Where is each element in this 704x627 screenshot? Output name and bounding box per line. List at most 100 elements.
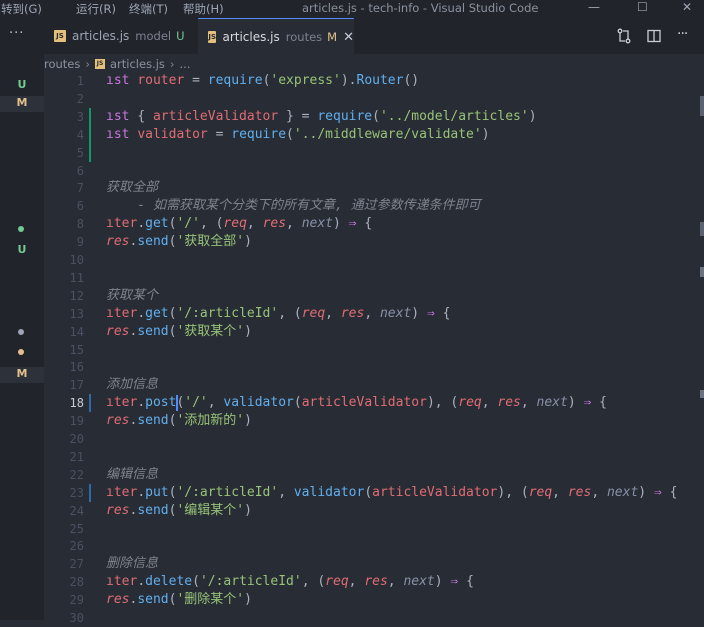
line-number: 1 xyxy=(76,74,84,88)
code-line[interactable]: 24 res.send('编辑某个') xyxy=(44,502,704,520)
code-line[interactable]: 8 ıter.get('/', (req, res, next) ⇒ { xyxy=(44,215,704,233)
code-token: { xyxy=(458,574,474,590)
code-line[interactable]: 17 添加信息 xyxy=(44,376,704,394)
code-token: res xyxy=(106,323,130,339)
code-line[interactable]: 28 ıter.delete('/:articleId', (req, res, … xyxy=(44,573,704,591)
code-token: next xyxy=(301,216,334,232)
git-added-marker[interactable] xyxy=(89,125,91,144)
code-token: '/:articleId' xyxy=(176,305,279,321)
code-token: ) xyxy=(244,234,252,250)
code-line[interactable]: 13 ıter.get('/:articleId', (req, res, nex… xyxy=(44,305,704,323)
code-text: res.send('编辑某个') xyxy=(106,502,252,520)
code-line[interactable]: 22 编辑信息 xyxy=(44,466,704,484)
code-line[interactable]: 10 xyxy=(44,251,704,269)
line-number: 17 xyxy=(69,378,84,393)
git-added-marker[interactable] xyxy=(89,143,91,162)
git-modified-marker[interactable] xyxy=(89,394,91,413)
code-token: 编辑信息 xyxy=(106,466,159,482)
git-status-untracked[interactable]: U xyxy=(0,243,44,256)
code-token: '添加新的' xyxy=(176,413,245,429)
breadcrumb-symbol[interactable]: ... xyxy=(180,57,191,71)
code-line[interactable]: 15 xyxy=(44,341,704,359)
code-line[interactable]: 20 xyxy=(44,430,704,448)
code-editor[interactable]: 1 ıst router = require('express').Router(… xyxy=(44,72,704,625)
code-token: , ( xyxy=(278,305,302,321)
chevron-right-icon: › xyxy=(169,57,175,71)
code-line[interactable]: 19 res.send('添加新的') xyxy=(44,412,704,430)
split-editor-icon[interactable] xyxy=(646,28,662,48)
code-line[interactable]: 1 ıst router = require('express').Router(… xyxy=(44,72,704,90)
js-file-icon: JS xyxy=(54,30,66,42)
minimize-icon[interactable]: — xyxy=(588,0,600,14)
menu-terminal[interactable]: 终端(T) xyxy=(129,1,168,17)
maximize-icon[interactable]: ☐ xyxy=(637,0,648,14)
code-line[interactable]: 25 xyxy=(44,520,704,538)
code-token: '获取某个' xyxy=(176,323,245,339)
code-line[interactable]: 26 xyxy=(44,537,704,555)
code-text: ıst validator = require('../middleware/v… xyxy=(106,126,490,144)
code-line[interactable]: 29 res.send('删除某个') xyxy=(44,591,704,609)
code-line[interactable]: 7 获取全部 xyxy=(44,179,704,197)
code-token: ) xyxy=(567,395,584,411)
close-window-icon[interactable]: ✕ xyxy=(682,0,692,14)
code-token: send xyxy=(137,502,169,518)
tab-model-articles[interactable]: JS articles.js model U xyxy=(44,18,192,54)
code-token: articleValidator xyxy=(301,395,427,411)
tab-routes-articles[interactable]: JS articles.js routes M ✕ xyxy=(198,18,354,55)
code-line[interactable]: 16 xyxy=(44,358,704,376)
menu-help[interactable]: 帮助(H) xyxy=(183,1,224,17)
more-icon[interactable]: ··· xyxy=(9,26,24,41)
code-text: ıter.get('/', (req, res, next) ⇒ { xyxy=(106,215,372,233)
explorer-strip: U M U M xyxy=(0,54,44,620)
line-number: 15 xyxy=(69,342,84,357)
more-actions-icon[interactable]: ··· xyxy=(677,26,688,42)
code-text: res.send('获取某个') xyxy=(106,323,252,341)
menu-run[interactable]: 运行(R) xyxy=(76,1,116,17)
code-line[interactable]: 21 xyxy=(44,448,704,466)
code-token: res xyxy=(106,413,130,429)
breadcrumb-file[interactable]: articles.js xyxy=(110,57,165,71)
code-line[interactable]: 5 xyxy=(44,143,704,162)
code-token: next xyxy=(606,484,639,500)
git-status-modified[interactable]: M xyxy=(0,96,44,112)
git-status-untracked[interactable]: U xyxy=(0,78,44,91)
code-line[interactable]: 3 ıst { articleValidator } = require('../… xyxy=(44,107,704,126)
code-line[interactable]: 14 res.send('获取某个') xyxy=(44,323,704,341)
code-line[interactable]: 27 删除信息 xyxy=(44,555,704,573)
code-line[interactable]: 6 xyxy=(44,162,704,180)
line-number: 21 xyxy=(69,449,84,464)
code-token: ⇒ xyxy=(348,216,357,232)
line-number: 2 xyxy=(76,91,84,106)
git-status-modified[interactable]: M xyxy=(0,367,44,383)
code-line[interactable]: 2 xyxy=(44,90,704,108)
compare-changes-icon[interactable] xyxy=(616,28,632,48)
git-added-marker[interactable] xyxy=(89,107,91,126)
code-line[interactable]: 30 xyxy=(44,609,704,627)
close-tab-icon[interactable]: ✕ xyxy=(343,30,354,45)
code-token: ⇒ xyxy=(653,484,662,500)
code-line[interactable]: 18 ıter.post('/', validator(articleValida… xyxy=(44,394,704,413)
code-token: ) xyxy=(638,484,654,500)
code-token: ) xyxy=(411,305,427,321)
git-modified-marker[interactable] xyxy=(89,483,91,502)
code-line[interactable]: 4 ıst validator = require('../middleware/… xyxy=(44,125,704,144)
code-line[interactable]: 6 - 如需获取某个分类下的所有文章, 通过参数传递条件即可 xyxy=(44,197,704,215)
code-line[interactable]: 12 获取某个 xyxy=(44,287,704,305)
line-number: 23 xyxy=(69,485,84,500)
code-token: { xyxy=(434,305,451,321)
code-token: articleValidator xyxy=(152,108,279,124)
breadcrumb-folder[interactable]: routes xyxy=(44,57,80,71)
code-line[interactable]: 9 res.send('获取全部') xyxy=(44,233,704,251)
git-dot-icon xyxy=(18,226,24,232)
menu-go[interactable]: 转到(G) xyxy=(1,1,42,17)
code-token: = xyxy=(184,73,208,88)
line-number: 25 xyxy=(69,521,84,536)
code-line[interactable]: 11 xyxy=(44,269,704,287)
code-token: ) xyxy=(481,126,490,142)
code-text: 删除信息 xyxy=(106,555,158,573)
code-token: '/:articleId' xyxy=(199,574,302,590)
code-token: '/' xyxy=(176,216,200,232)
js-file-icon: JS xyxy=(208,31,217,43)
code-line[interactable]: 23 ıter.put('/:articleId', validator(arti… xyxy=(44,483,704,502)
line-number: 29 xyxy=(69,593,84,608)
